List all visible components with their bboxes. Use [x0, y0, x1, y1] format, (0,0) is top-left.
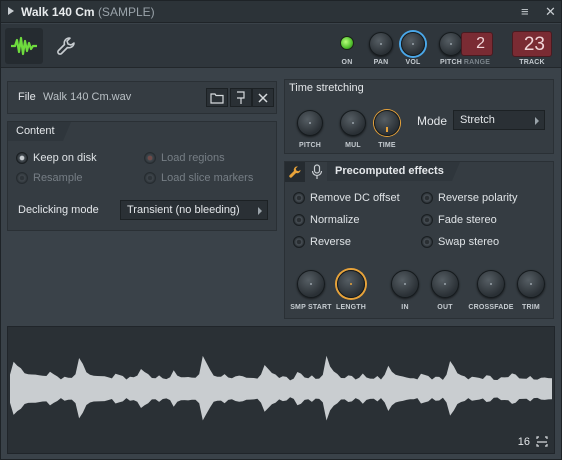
crossfade-label: CROSSFADE — [468, 304, 514, 311]
range-value[interactable]: 2 — [461, 32, 493, 56]
content-title: Content — [8, 122, 70, 141]
normalize-label: Normalize — [310, 214, 360, 226]
keep-on-disk-label: Keep on disk — [33, 152, 97, 164]
precomputed-mic-button[interactable] — [311, 164, 323, 183]
keep-on-disk-option[interactable]: Keep on disk — [16, 152, 97, 164]
length-label: LENGTH — [336, 304, 366, 311]
locate-file-button[interactable] — [230, 88, 252, 107]
out-knob[interactable] — [431, 270, 459, 298]
zoom-value: 16 — [517, 436, 530, 448]
file-label: File — [18, 91, 36, 103]
pitch-knob[interactable] — [439, 32, 463, 56]
waveform-graphic — [10, 355, 552, 421]
waveform-icon — [11, 36, 37, 56]
reverse-option[interactable]: Reverse — [293, 236, 351, 248]
reverse-polarity-option[interactable]: Reverse polarity — [421, 192, 517, 204]
zoom-fit-icon[interactable] — [536, 436, 548, 447]
mode-value: Stretch — [460, 114, 495, 126]
dropdown-arrow-icon — [258, 207, 262, 215]
properties-tab[interactable] — [47, 28, 85, 64]
swap-stereo-option[interactable]: Swap stereo — [421, 236, 499, 248]
length-knob[interactable] — [337, 270, 365, 298]
vol-knob[interactable] — [401, 32, 425, 56]
out-label: OUT — [437, 304, 453, 311]
normalize-option[interactable]: Normalize — [293, 214, 360, 226]
time-stretching-title: Time stretching — [289, 82, 364, 94]
on-led[interactable] — [340, 36, 354, 50]
load-regions-label: Load regions — [161, 152, 225, 164]
toolbar: ON PAN VOL PITCH 2 RANGE 23 TRACK — [1, 24, 561, 68]
ts-mul-knob[interactable] — [340, 110, 366, 136]
window-title-text: Walk 140 Cm — [21, 5, 95, 19]
on-label: ON — [341, 59, 353, 66]
mode-label: Mode — [417, 114, 448, 128]
menu-icon[interactable]: ≡ — [521, 4, 529, 19]
pan-label: PAN — [373, 59, 389, 66]
trim-label: TRIM — [522, 304, 540, 311]
close-icon — [258, 92, 268, 103]
clear-file-button[interactable] — [252, 88, 274, 107]
fade-stereo-option[interactable]: Fade stereo — [421, 214, 497, 226]
resample-option[interactable]: Resample — [16, 172, 83, 184]
ts-mul-label: MUL — [345, 142, 361, 149]
window-menu-arrow-icon[interactable] — [8, 7, 14, 15]
declicking-label: Declicking mode — [18, 204, 99, 216]
waveform-display[interactable]: 16 — [7, 326, 555, 454]
file-panel: File Walk 140 Cm.wav — [7, 81, 277, 114]
smp-start-label: SMP START — [290, 304, 332, 311]
dropdown-arrow-icon — [535, 117, 539, 125]
load-slice-markers-label: Load slice markers — [161, 172, 254, 184]
precomputed-effects-panel: Precomputed effects Remove DC offset Rev… — [284, 161, 554, 319]
ts-pitch-knob[interactable] — [297, 110, 323, 136]
pan-knob[interactable] — [369, 32, 393, 56]
ts-pitch-label: PITCH — [299, 142, 321, 149]
precomputed-title: Precomputed effects — [327, 162, 460, 181]
close-icon[interactable]: ✕ — [545, 4, 556, 20]
precomputed-wrench-button[interactable] — [285, 162, 305, 182]
fade-stereo-label: Fade stereo — [438, 214, 497, 226]
mode-dropdown[interactable]: Stretch — [453, 110, 545, 130]
resample-label: Resample — [33, 172, 83, 184]
remove-dc-offset-option[interactable]: Remove DC offset — [293, 192, 400, 204]
track-value[interactable]: 23 — [512, 31, 552, 57]
in-label: IN — [401, 304, 409, 311]
waveform-tab[interactable] — [5, 28, 43, 64]
declicking-dropdown[interactable]: Transient (no bleeding) — [120, 200, 268, 220]
swap-stereo-label: Swap stereo — [438, 236, 500, 248]
time-stretching-panel: Time stretching PITCH MUL TIME Mode Stre… — [284, 79, 554, 154]
range-label: RANGE — [463, 59, 491, 66]
title-bar[interactable]: Walk 140 Cm (SAMPLE) ≡ ✕ — [1, 1, 561, 23]
reverse-polarity-label: Reverse polarity — [438, 192, 518, 204]
open-file-button[interactable] — [206, 88, 228, 107]
remove-dc-offset-label: Remove DC offset — [310, 192, 400, 204]
ts-time-knob[interactable] — [374, 110, 400, 136]
window-title: Walk 140 Cm (SAMPLE) — [21, 5, 155, 19]
sample-window: Walk 140 Cm (SAMPLE) ≡ ✕ ON PAN VOL PITC… — [0, 0, 562, 460]
wrench-icon — [289, 166, 301, 178]
window-subtitle: (SAMPLE) — [97, 5, 155, 19]
microphone-icon — [311, 164, 323, 179]
smp-start-knob[interactable] — [297, 270, 325, 298]
content-panel: Content Keep on disk Load regions Resamp… — [7, 121, 277, 231]
declicking-value: Transient (no bleeding) — [127, 204, 240, 216]
wrench-icon — [57, 37, 75, 55]
locate-icon — [237, 90, 245, 104]
crossfade-knob[interactable] — [477, 270, 505, 298]
waveform-path — [10, 355, 552, 421]
folder-icon — [210, 92, 224, 104]
vol-label: VOL — [405, 59, 421, 66]
load-slice-markers-option[interactable]: Load slice markers — [144, 172, 253, 184]
in-knob[interactable] — [391, 270, 419, 298]
file-name: Walk 140 Cm.wav — [43, 91, 132, 103]
ts-time-label: TIME — [378, 142, 396, 149]
track-label: TRACK — [519, 59, 545, 66]
trim-knob[interactable] — [517, 270, 545, 298]
load-regions-option[interactable]: Load regions — [144, 152, 225, 164]
reverse-label: Reverse — [310, 236, 351, 248]
